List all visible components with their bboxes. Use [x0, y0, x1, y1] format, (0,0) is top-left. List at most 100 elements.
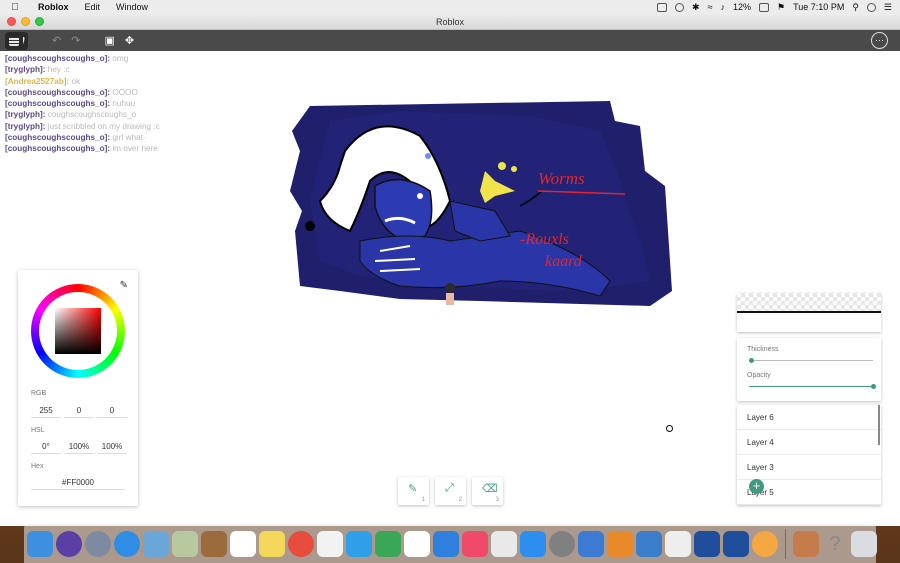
layers-scrollbar[interactable] [878, 405, 880, 445]
hsl-s-field[interactable]: 100% [64, 441, 94, 454]
thickness-slider-knob[interactable] [749, 358, 755, 363]
chat-author: [Andrea2527ab]: [5, 76, 70, 86]
opacity-slider[interactable] [749, 384, 876, 389]
thickness-slider[interactable] [749, 358, 873, 363]
chat-text: ok [71, 76, 81, 86]
preview-icon[interactable] [143, 530, 169, 557]
hex-field[interactable]: #FF0000 [31, 477, 125, 490]
chat-text: nuhuu [112, 99, 136, 109]
undo-icon[interactable]: ↶ [52, 34, 61, 47]
system-preferences-icon[interactable] [549, 530, 575, 557]
menu-edit[interactable]: Edit [77, 2, 109, 12]
chat-message: [coughscoughscoughs_o]: im over here [5, 143, 160, 154]
chat-author: [tryglyph]: [5, 110, 46, 120]
status-app-icon[interactable] [657, 2, 668, 12]
tool-shortcut: 2 [458, 497, 462, 503]
clock[interactable]: Tue 7:10 PM [793, 2, 844, 12]
pencil-icon: ✎ [408, 483, 418, 495]
opacity-slider-fill [749, 386, 873, 387]
window-titlebar[interactable]: Roblox [0, 14, 900, 30]
stickies-icon[interactable] [259, 530, 285, 557]
hue-wheel-center [39, 292, 117, 370]
save-icon[interactable]: ▣ [104, 34, 114, 47]
safari-icon[interactable] [114, 530, 140, 557]
drawing-canvas-art[interactable]: Worms -Rouxls kaard [280, 91, 680, 311]
keynote-icon[interactable] [433, 530, 459, 557]
battery-percent[interactable]: 12% [733, 2, 751, 12]
launchpad-icon[interactable] [85, 530, 111, 557]
music-icon[interactable] [462, 530, 488, 557]
wifi-icon[interactable]: ≈ [708, 2, 713, 12]
downloads-folder-icon[interactable] [793, 530, 819, 557]
add-layer-button[interactable]: + [749, 479, 764, 494]
drawing-text-rouxls: -Rouxls [520, 231, 569, 248]
hue-wheel[interactable] [31, 284, 125, 378]
move-icon[interactable]: ✥ [125, 34, 134, 47]
bluetooth-icon[interactable]: ✱ [692, 2, 700, 13]
scratch-icon[interactable] [752, 530, 778, 557]
hsl-label: HSL [31, 427, 45, 434]
notification-center-icon[interactable]: ☰ [884, 2, 892, 13]
help-icon[interactable]: ? [822, 531, 848, 557]
saturation-value-square[interactable] [55, 308, 101, 354]
rgb-b-field[interactable]: 0 [97, 405, 127, 418]
siri-icon[interactable] [56, 530, 82, 557]
tool-shortcut: 3 [495, 497, 499, 503]
messages-icon[interactable] [346, 530, 372, 557]
opacity-label: Opacity [747, 372, 771, 379]
spotlight-icon[interactable]: ⚲ [852, 2, 859, 13]
rgb-r-field[interactable]: 255 [31, 405, 61, 418]
game-stage[interactable]: [coughscoughscoughs_o]: omg [tryglyph]: … [0, 51, 900, 526]
user-icon[interactable] [866, 2, 876, 12]
roblox-studio-icon[interactable] [665, 530, 691, 557]
opacity-slider-knob[interactable] [871, 384, 876, 389]
directory-utility-icon[interactable] [723, 530, 749, 557]
app-store-icon[interactable] [520, 530, 546, 557]
chat-text: hey :c [47, 65, 70, 75]
pages-icon[interactable] [491, 530, 517, 557]
layer-item[interactable]: Layer 3 [737, 455, 881, 480]
apple-menu-icon[interactable]:  [0, 2, 30, 13]
layer-item[interactable]: Layer 4 [737, 430, 881, 455]
facetime-icon[interactable] [375, 530, 401, 557]
chat-text: im over here [112, 144, 158, 154]
chrome-icon[interactable] [288, 530, 314, 557]
photos-icon[interactable] [172, 530, 198, 557]
color-picker-panel: ✎ RGB 255 0 0 HSL 0° 100% 100% Hex #FF00… [18, 270, 138, 506]
hsl-h-field[interactable]: 0° [31, 441, 61, 454]
layer-item[interactable]: Layer 6 [737, 405, 881, 430]
finder-icon[interactable] [27, 530, 53, 557]
line-icon: ⤢ [445, 482, 454, 494]
tool-line-button[interactable]: ⤢ 2 [435, 477, 466, 505]
books-icon[interactable] [607, 530, 633, 557]
battery-icon[interactable] [759, 2, 770, 12]
roblox-window: Roblox ↶ ↷ ▣ ✥ ··· [coughscoughscoughs_o… [0, 14, 900, 526]
volume-icon[interactable]: ♪ [721, 2, 726, 12]
time-machine-icon[interactable] [675, 2, 685, 12]
chat-message: [coughscoughscoughs_o]: omg [5, 53, 160, 64]
screen-sharing-icon[interactable] [694, 530, 720, 557]
notes-book-icon[interactable] [201, 530, 227, 557]
hex-label: Hex [31, 463, 44, 470]
chat-toggle-button[interactable] [5, 32, 23, 50]
rgb-g-field[interactable]: 0 [64, 405, 94, 418]
flag-icon[interactable]: ⚑ [777, 2, 785, 13]
trash-icon[interactable] [851, 530, 877, 557]
tool-pencil-button[interactable]: ✎ 1 [398, 477, 429, 505]
hsl-l-field[interactable]: 100% [97, 441, 127, 454]
reminders-icon[interactable] [317, 530, 343, 557]
redo-icon[interactable]: ↷ [71, 34, 80, 47]
menu-app-name[interactable]: Roblox [30, 2, 77, 12]
calendar-icon[interactable] [230, 530, 256, 557]
eyedropper-icon[interactable]: ✎ [120, 280, 128, 291]
chat-text: OOOO [112, 87, 138, 97]
game-toolbar: ↶ ↷ ▣ ✥ ··· [0, 30, 900, 51]
chat-author: [tryglyph]: [5, 121, 46, 131]
menu-window[interactable]: Window [108, 2, 156, 12]
xcode-icon[interactable] [636, 530, 662, 557]
chat-text: omg [112, 54, 129, 63]
network-utility-icon[interactable] [578, 530, 604, 557]
more-options-button[interactable]: ··· [871, 32, 888, 49]
tool-eraser-button[interactable]: ⌫ 3 [472, 477, 503, 505]
numbers-icon[interactable] [404, 530, 430, 557]
